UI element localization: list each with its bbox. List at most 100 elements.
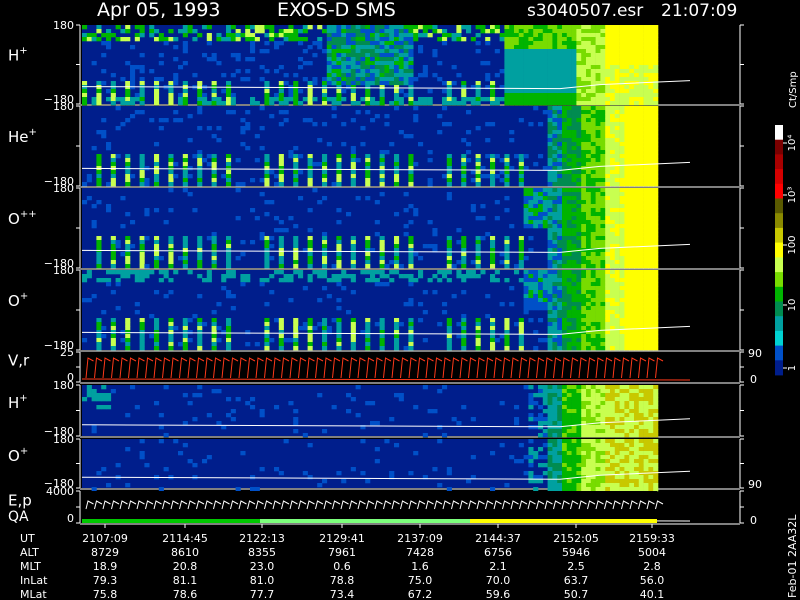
heat-cell [552,264,558,269]
heat-cell [624,467,630,472]
heat-cell [643,200,649,205]
heat-cell [528,192,534,197]
heat-cell [552,33,558,38]
heat-cell [653,178,659,183]
heat-cell [446,97,452,102]
heat-cell [586,421,592,426]
heat-cell [125,81,131,86]
heat-cell [110,270,116,275]
heat-cell [571,114,577,119]
heat-cell [389,37,395,42]
heat-cell [110,178,116,183]
heat-cell [624,45,630,50]
heat-cell [600,322,606,327]
heat-cell [336,282,342,287]
heat-cell [475,170,481,175]
heat-cell [619,483,625,488]
heat-cell [504,338,510,343]
heat-cell [182,29,188,34]
heat-cell [288,278,294,283]
heat-cell [605,188,611,193]
heat-cell [101,69,107,74]
heat-cell [523,81,529,86]
heat-cell [629,443,635,448]
heat-cell [384,37,390,42]
heat-cell [163,37,169,42]
heat-cell [398,97,404,102]
heat-cell [509,89,515,94]
heat-cell [514,405,520,410]
heat-cell [605,318,611,323]
heat-cell [619,455,625,460]
heat-cell [82,97,88,102]
heat-cell [571,212,577,217]
heat-cell [379,65,385,70]
heat-cell [518,69,524,74]
heat-cell [408,41,414,46]
heat-cell [643,142,649,147]
heat-cell [590,154,596,159]
heat-cell [638,409,644,414]
heat-cell [653,429,659,434]
heat-cell [576,146,582,151]
heat-cell [624,224,630,229]
heat-cell [629,37,635,42]
heat-cell [509,81,515,86]
heat-cell [595,389,601,394]
heat-cell [590,192,596,197]
heat-cell [624,41,630,46]
heat-cell [154,37,160,42]
heat-cell [274,97,280,102]
heat-cell [442,433,448,438]
heat-cell [394,154,400,159]
heat-cell [355,53,361,58]
heat-cell [557,389,563,394]
heat-cell [466,25,472,30]
heat-cell [485,41,491,46]
heat-cell [643,302,649,307]
heat-cell [605,216,611,221]
heat-cell [283,73,289,78]
heat-cell [514,73,520,78]
heat-cell [461,278,467,283]
heat-cell [408,282,414,287]
heat-cell [101,467,107,472]
heat-cell [274,228,280,233]
heat-cell [600,302,606,307]
heat-cell [250,49,256,54]
heat-cell [528,270,534,275]
heat-cell [610,306,616,311]
heat-cell [274,33,280,38]
heat-cell [178,118,184,123]
heat-cell [518,236,524,241]
heat-cell [571,154,577,159]
heat-cell [542,208,548,213]
heat-cell [322,270,328,275]
heat-cell [619,188,625,193]
heat-cell [346,85,352,90]
heat-cell [533,106,539,111]
heat-cell [379,162,385,167]
heat-cell [245,37,251,42]
heat-cell [576,33,582,38]
heat-cell [216,421,222,426]
heat-cell [634,138,640,143]
heat-cell [571,200,577,205]
heat-cell [552,306,558,311]
heat-cell [547,61,553,66]
heat-cell [643,212,649,217]
heat-cell [504,61,510,66]
heat-cell [619,447,625,452]
heat-cell [336,252,342,257]
heat-cell [557,114,563,119]
heat-cell [379,57,385,62]
heat-cell [571,389,577,394]
heat-cell [470,208,476,213]
heat-cell [648,89,654,94]
heat-cell [322,89,328,94]
heat-cell [605,483,611,488]
heat-cell [168,334,174,339]
heat-cell [552,322,558,327]
heat-cell [624,322,630,327]
heat-cell [278,29,284,34]
